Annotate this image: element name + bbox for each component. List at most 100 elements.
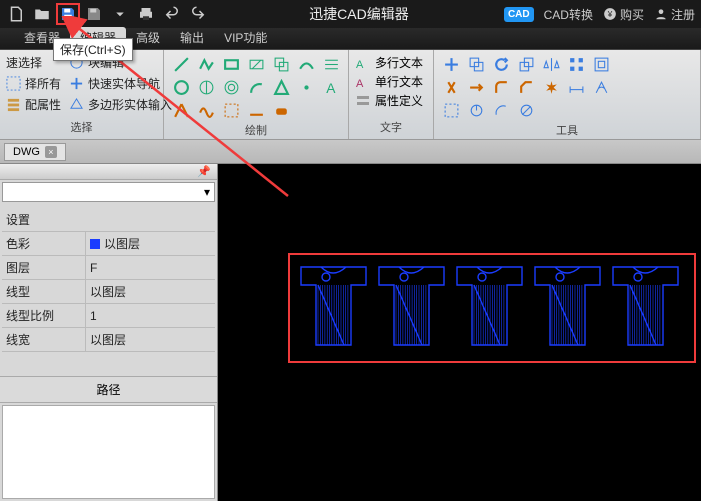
prop-value[interactable]: 以图层 bbox=[86, 280, 215, 303]
prop-key: 色彩 bbox=[2, 232, 86, 255]
ribbon-label-text: 文字 bbox=[355, 117, 427, 139]
document-tabs: DWG × bbox=[0, 140, 701, 164]
properties-panel: 📌 ▾ 设置 色彩以图层图层F线型以图层线型比例1线宽以图层 路径 bbox=[0, 164, 218, 501]
dim-angular-tool[interactable] bbox=[590, 77, 612, 97]
prop-row[interactable]: 线型比例1 bbox=[2, 303, 215, 327]
region-tool[interactable] bbox=[270, 54, 292, 74]
tools-grid bbox=[440, 54, 612, 120]
ribbon: 速选择 择所有 配属性 块编辑 快速实体导航 多边形实体输入 选择 bbox=[0, 50, 701, 140]
text-tool[interactable]: A bbox=[320, 77, 342, 97]
pin-icon[interactable]: 📌 bbox=[197, 165, 211, 178]
dim-align-tool[interactable] bbox=[440, 100, 462, 120]
point-tool[interactable] bbox=[295, 77, 317, 97]
prop-key: 线宽 bbox=[2, 328, 86, 351]
prop-row[interactable]: 线型以图层 bbox=[2, 279, 215, 303]
move-tool[interactable] bbox=[440, 54, 462, 74]
xline-tool[interactable] bbox=[170, 100, 192, 120]
print-button[interactable] bbox=[134, 3, 158, 25]
redo-button[interactable] bbox=[186, 3, 210, 25]
ribbon-label-draw: 绘制 bbox=[170, 120, 342, 142]
triangle-tool[interactable] bbox=[270, 77, 292, 97]
circle-tool[interactable] bbox=[170, 77, 192, 97]
cad-entity[interactable] bbox=[296, 262, 371, 350]
save-as-button[interactable] bbox=[82, 3, 106, 25]
prop-row[interactable]: 线宽以图层 bbox=[2, 327, 215, 352]
chamfer-tool[interactable] bbox=[515, 77, 537, 97]
eraser-tool[interactable] bbox=[270, 100, 292, 120]
trim-tool[interactable] bbox=[440, 77, 462, 97]
mirror-tool[interactable] bbox=[540, 54, 562, 74]
draw-tools-grid: A bbox=[170, 54, 342, 120]
new-button[interactable] bbox=[4, 3, 28, 25]
fillet-tool[interactable] bbox=[490, 77, 512, 97]
panel-selector[interactable]: ▾ bbox=[2, 182, 215, 202]
svg-text:A: A bbox=[356, 59, 364, 71]
extend-tool[interactable] bbox=[465, 77, 487, 97]
boundary-tool[interactable] bbox=[220, 100, 242, 120]
prop-row[interactable]: 色彩以图层 bbox=[2, 231, 215, 255]
donut-tool[interactable] bbox=[220, 77, 242, 97]
doc-tab-dwg[interactable]: DWG × bbox=[4, 143, 66, 161]
quick-access-toolbar bbox=[0, 3, 214, 25]
tab-output[interactable]: 输出 bbox=[170, 27, 214, 49]
tab-vip[interactable]: VIP功能 bbox=[214, 27, 277, 49]
register-link[interactable]: 注册 bbox=[654, 6, 695, 23]
scale-tool[interactable] bbox=[515, 54, 537, 74]
title-actions: CAD CAD转换 ¥购买 注册 bbox=[504, 6, 701, 23]
cad-entity[interactable] bbox=[374, 262, 449, 350]
ellipse-tool[interactable] bbox=[195, 77, 217, 97]
prop-key: 图层 bbox=[2, 256, 86, 279]
cad-entity[interactable] bbox=[530, 262, 605, 350]
save-button[interactable] bbox=[56, 3, 80, 25]
title-bar: 迅捷CAD编辑器 CAD CAD转换 ¥购买 注册 bbox=[0, 0, 701, 28]
explode-tool[interactable] bbox=[540, 77, 562, 97]
qat-dropdown-icon[interactable] bbox=[108, 3, 132, 25]
polygon-entity-button[interactable]: 多边形实体输入 bbox=[69, 96, 172, 113]
property-grid: 设置 色彩以图层图层F线型以图层线型比例1线宽以图层 bbox=[2, 208, 215, 352]
app-title: 迅捷CAD编辑器 bbox=[214, 4, 504, 24]
svg-text:¥: ¥ bbox=[607, 10, 613, 19]
curve-tool[interactable] bbox=[295, 54, 317, 74]
select-all-button[interactable]: 择所有 bbox=[6, 75, 61, 92]
prop-value[interactable]: 1 bbox=[86, 304, 215, 327]
open-button[interactable] bbox=[30, 3, 54, 25]
cad-convert-link[interactable]: CAD转换 bbox=[544, 6, 593, 23]
copy-tool[interactable] bbox=[465, 54, 487, 74]
ribbon-group-text: A多行文本 A单行文本 属性定义 文字 bbox=[349, 50, 434, 139]
drawing-canvas[interactable] bbox=[218, 164, 701, 501]
prop-value[interactable]: 以图层 bbox=[86, 232, 215, 255]
config-props-button[interactable]: 配属性 bbox=[6, 96, 61, 113]
cad-entity[interactable] bbox=[608, 262, 683, 350]
measure-tool[interactable] bbox=[465, 100, 487, 120]
cad-badge-icon: CAD bbox=[504, 7, 534, 22]
dim-radius-tool[interactable] bbox=[490, 100, 512, 120]
dim-linear-tool[interactable] bbox=[565, 77, 587, 97]
revcloud-tool[interactable] bbox=[245, 100, 267, 120]
buy-link[interactable]: ¥购买 bbox=[603, 6, 644, 23]
path-tree[interactable] bbox=[2, 405, 215, 499]
offset-tool[interactable] bbox=[590, 54, 612, 74]
polyline-tool[interactable] bbox=[195, 54, 217, 74]
prop-value[interactable]: 以图层 bbox=[86, 328, 215, 351]
svg-text:A: A bbox=[356, 78, 364, 90]
multiline-text-button[interactable]: A多行文本 bbox=[355, 54, 423, 71]
undo-button[interactable] bbox=[160, 3, 184, 25]
hatch-tool[interactable] bbox=[320, 54, 342, 74]
cad-entity[interactable] bbox=[452, 262, 527, 350]
prop-value[interactable]: F bbox=[86, 256, 215, 279]
dim-diameter-tool[interactable] bbox=[515, 100, 537, 120]
quick-entity-nav-button[interactable]: 快速实体导航 bbox=[69, 75, 172, 92]
hatch-rect-tool[interactable] bbox=[245, 54, 267, 74]
ribbon-label-select: 选择 bbox=[6, 117, 157, 139]
rotate-tool[interactable] bbox=[490, 54, 512, 74]
line-tool[interactable] bbox=[170, 54, 192, 74]
close-tab-icon[interactable]: × bbox=[45, 146, 57, 158]
arc-tool[interactable] bbox=[245, 77, 267, 97]
prop-row[interactable]: 图层F bbox=[2, 255, 215, 279]
freehand-tool[interactable] bbox=[195, 100, 217, 120]
rect-tool[interactable] bbox=[220, 54, 242, 74]
attr-def-button[interactable]: 属性定义 bbox=[355, 92, 423, 109]
single-text-button[interactable]: A单行文本 bbox=[355, 73, 423, 90]
ribbon-group-tools: 工具 bbox=[434, 50, 701, 139]
array-tool[interactable] bbox=[565, 54, 587, 74]
